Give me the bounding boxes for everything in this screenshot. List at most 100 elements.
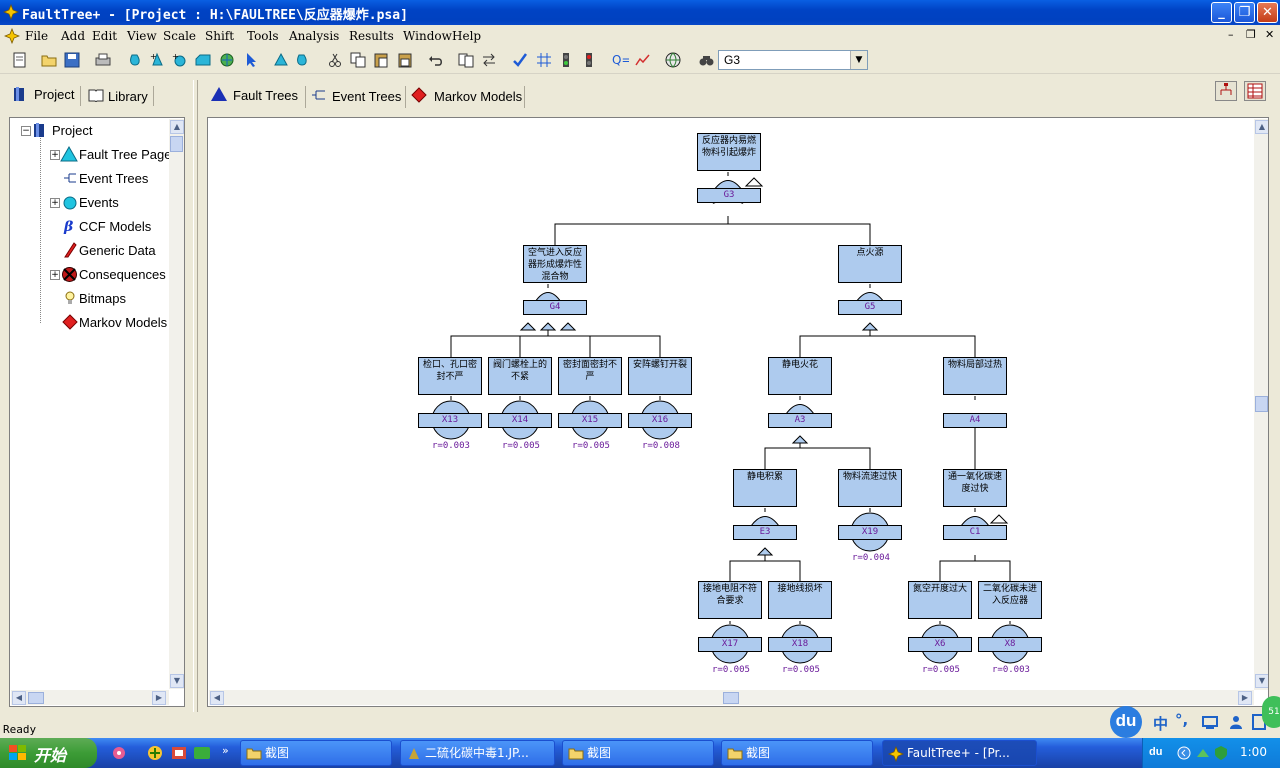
- event-box-a4[interactable]: 物料局部过热: [943, 357, 1007, 395]
- event-box-x6[interactable]: 氮空开度过大: [908, 581, 972, 619]
- add-house-event-icon[interactable]: [194, 51, 212, 69]
- gate-label-a3[interactable]: A3: [768, 413, 832, 428]
- fault-tree-canvas[interactable]: 反应器内易燃 物料引起爆炸 G3 空气进入反应 器形成爆炸性 混合物 G4 点火源 G…: [207, 117, 1269, 707]
- gate-select[interactable]: G3 ▼: [718, 50, 868, 70]
- gate-label-g5[interactable]: G5: [838, 300, 902, 315]
- pages-icon[interactable]: [457, 51, 475, 69]
- menu-edit[interactable]: Edit: [92, 29, 117, 43]
- tray-shield-icon[interactable]: [1213, 745, 1229, 761]
- event-box-x19[interactable]: 物料流速过快: [838, 469, 902, 507]
- quicklaunch-chat-icon[interactable]: [193, 745, 211, 761]
- event-box-x13[interactable]: 检口、孔口密 封不严: [418, 357, 482, 395]
- tray-collapse-icon[interactable]: [1177, 745, 1191, 761]
- tree-item-bitmaps[interactable]: Bitmaps: [79, 291, 126, 306]
- tree-item-consequences[interactable]: Consequences: [79, 267, 166, 282]
- app-menu-icon[interactable]: [4, 28, 20, 44]
- scroll-down-icon[interactable]: ▼: [170, 674, 184, 688]
- event-label-x13[interactable]: X13: [418, 413, 482, 428]
- maximize-button[interactable]: ❐: [1234, 2, 1255, 23]
- tree-view-button[interactable]: [1215, 81, 1237, 101]
- menu-window[interactable]: Window: [403, 29, 452, 43]
- ime-toolbar[interactable]: du 中 °, 51: [1110, 696, 1280, 738]
- speed-badge[interactable]: 51: [1262, 696, 1280, 728]
- traffic-green-icon[interactable]: [557, 51, 575, 69]
- save-icon[interactable]: [63, 51, 81, 69]
- collapse-icon[interactable]: −: [21, 126, 31, 136]
- event-label-x14[interactable]: X14: [488, 413, 552, 428]
- event-label-x15[interactable]: X15: [558, 413, 622, 428]
- menu-scale[interactable]: Scale: [163, 29, 196, 43]
- expand-icon[interactable]: +: [50, 270, 60, 280]
- task-screenshot-1[interactable]: 截图: [240, 740, 392, 766]
- event-box-x8[interactable]: 二氧化碳未进 入反应器: [978, 581, 1042, 619]
- gate-label-a4[interactable]: A4: [943, 413, 1007, 428]
- task-faulttree[interactable]: FaultTree+ - [Pr...: [882, 740, 1037, 766]
- table-view-button[interactable]: [1244, 81, 1266, 101]
- event-box-x17[interactable]: 接地电阻不符 合要求: [698, 581, 762, 619]
- tray-ime-icon[interactable]: du: [1149, 746, 1162, 758]
- graph-icon[interactable]: [634, 51, 652, 69]
- menu-help[interactable]: Help: [452, 29, 481, 43]
- pointer-icon[interactable]: [242, 51, 260, 69]
- gate-label-g4[interactable]: G4: [523, 300, 587, 315]
- menu-file[interactable]: File: [25, 29, 48, 43]
- quicklaunch-flower-icon[interactable]: [110, 745, 128, 761]
- panel-splitter[interactable]: [193, 80, 198, 712]
- tree-item-markov-models[interactable]: Markov Models: [79, 315, 167, 330]
- tab-fault-trees[interactable]: Fault Trees: [233, 88, 298, 103]
- menu-analysis[interactable]: Analysis: [289, 29, 339, 43]
- minimize-button[interactable]: _: [1211, 2, 1232, 23]
- transfer-in-icon[interactable]: [272, 51, 290, 69]
- event-box-x15[interactable]: 密封面密封不严: [558, 357, 622, 395]
- scroll-left-icon[interactable]: ◀: [210, 691, 224, 705]
- quicklaunch-add-icon[interactable]: [146, 745, 164, 761]
- mdi-close-button[interactable]: ✕: [1265, 28, 1274, 41]
- traffic-red-icon[interactable]: [580, 51, 598, 69]
- chevron-down-icon[interactable]: ▼: [850, 51, 867, 69]
- event-label-x16[interactable]: X16: [628, 413, 692, 428]
- menu-shift[interactable]: Shift: [205, 29, 234, 43]
- event-label-x6[interactable]: X6: [908, 637, 972, 652]
- cut-icon[interactable]: [326, 51, 344, 69]
- undo-icon[interactable]: [427, 51, 445, 69]
- tree-vscroll-thumb[interactable]: [170, 136, 183, 152]
- menu-view[interactable]: View: [127, 29, 157, 43]
- tab-event-trees[interactable]: Event Trees: [332, 89, 401, 104]
- task-screenshot-3[interactable]: 截图: [721, 740, 873, 766]
- gate-label-g3[interactable]: G3: [697, 188, 761, 203]
- start-button[interactable]: 开始: [0, 738, 97, 768]
- scroll-down-icon[interactable]: ▼: [1255, 674, 1268, 688]
- event-label-x19[interactable]: X19: [838, 525, 902, 540]
- event-box-g4[interactable]: 空气进入反应 器形成爆炸性 混合物: [523, 245, 587, 283]
- ime-punctuation[interactable]: °,: [1175, 711, 1188, 729]
- mdi-minimize-button[interactable]: –: [1228, 28, 1234, 41]
- gate-label-c1[interactable]: C1: [943, 525, 1007, 540]
- tree-item-events[interactable]: Events: [79, 195, 119, 210]
- event-box-x14[interactable]: 阀门螺栓上的 不紧: [488, 357, 552, 395]
- event-box-g3[interactable]: 反应器内易燃 物料引起爆炸: [697, 133, 761, 171]
- network-globe-icon[interactable]: [664, 51, 682, 69]
- event-label-x17[interactable]: X17: [698, 637, 762, 652]
- swap-icon[interactable]: [480, 51, 498, 69]
- user-icon[interactable]: [1228, 714, 1244, 730]
- globe-icon[interactable]: [218, 51, 236, 69]
- paste-icon[interactable]: [372, 51, 390, 69]
- quicklaunch-more-icon[interactable]: »: [222, 744, 229, 757]
- tree-item-event-trees[interactable]: Event Trees: [79, 171, 148, 186]
- scroll-right-icon[interactable]: ▶: [152, 691, 166, 705]
- print-icon[interactable]: [94, 51, 112, 69]
- close-button[interactable]: ✕: [1257, 2, 1278, 23]
- tree-item-fault-tree-pages[interactable]: Fault Tree Pages: [79, 147, 178, 162]
- expand-icon[interactable]: +: [50, 150, 60, 160]
- event-box-x16[interactable]: 安阵螺钉开裂: [628, 357, 692, 395]
- grid-icon[interactable]: [535, 51, 553, 69]
- tree-root[interactable]: Project: [52, 123, 92, 138]
- task-image-viewer[interactable]: 二硫化碳中毒1.JP...: [400, 740, 555, 766]
- tree-vertical-scrollbar[interactable]: [169, 119, 184, 689]
- check-icon[interactable]: [511, 51, 529, 69]
- open-folder-icon[interactable]: [40, 51, 58, 69]
- tab-library[interactable]: Library: [108, 89, 148, 104]
- tab-project[interactable]: Project: [34, 87, 74, 102]
- canvas-vscroll-thumb[interactable]: [1255, 396, 1268, 412]
- ime-logo[interactable]: du: [1110, 706, 1142, 738]
